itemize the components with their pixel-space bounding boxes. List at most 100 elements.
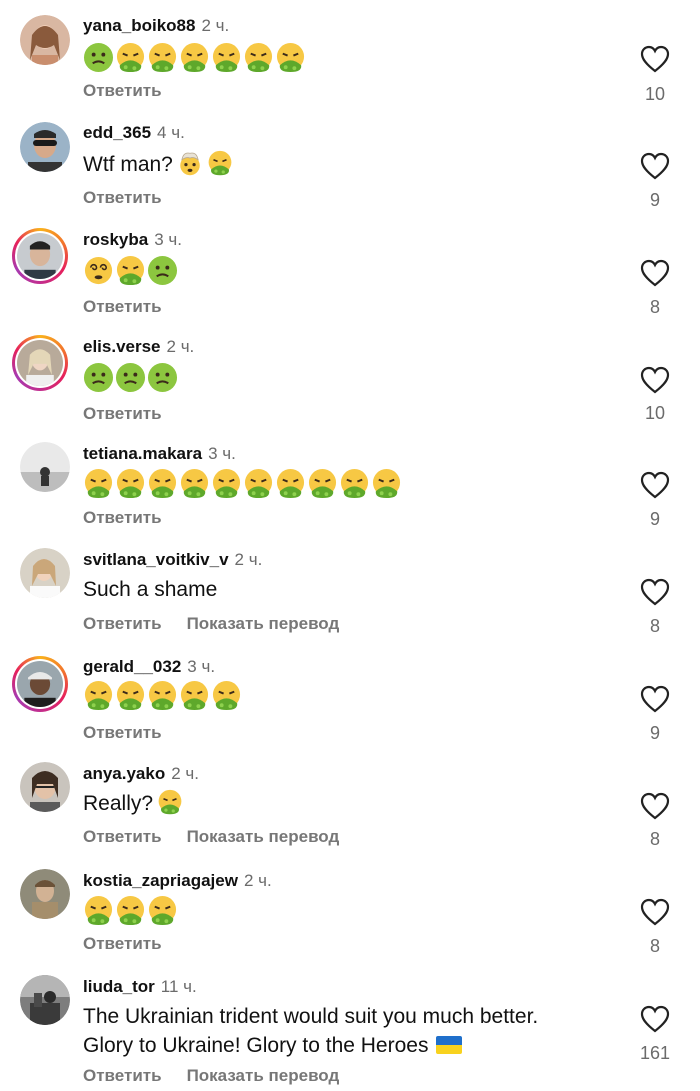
heart-icon[interactable] xyxy=(640,152,670,180)
comment-text-content: Really? xyxy=(83,792,154,815)
vomiting-face-icon xyxy=(148,468,177,499)
avatar[interactable] xyxy=(12,335,68,391)
vomiting-face-icon xyxy=(148,42,177,73)
vomiting-face-icon xyxy=(244,42,273,73)
vomiting-face-icon xyxy=(212,468,241,499)
reply-button[interactable]: Ответить xyxy=(83,403,162,425)
vomiting-face-icon xyxy=(180,42,209,73)
like-count: 8 xyxy=(649,829,660,849)
emoji-row xyxy=(83,42,306,74)
comment-text: Really? xyxy=(83,789,183,818)
emoji-row xyxy=(83,895,178,927)
reply-button[interactable]: Ответить xyxy=(83,933,162,955)
reply-button[interactable]: Ответить xyxy=(83,296,162,318)
exploding-head-icon xyxy=(180,152,200,176)
reply-button[interactable]: Ответить xyxy=(83,507,162,529)
avatar[interactable] xyxy=(12,228,68,284)
reply-button[interactable]: Ответить xyxy=(83,722,162,744)
comment-text: Wtf man? xyxy=(83,150,233,179)
vomiting-face-icon xyxy=(276,468,305,499)
vomiting-face-icon xyxy=(340,468,369,499)
comment-username[interactable]: tetiana.makara xyxy=(83,444,202,463)
vomiting-face-icon xyxy=(180,680,209,711)
comment-username[interactable]: liuda_tor xyxy=(83,977,155,996)
comment-username[interactable]: edd_365 xyxy=(83,123,151,142)
comment-time: 2 ч. xyxy=(234,550,263,569)
vomiting-face-icon xyxy=(212,42,241,73)
comment-time: 2 ч. xyxy=(166,337,195,356)
comment-time: 3 ч. xyxy=(154,230,182,249)
avatar[interactable] xyxy=(12,656,68,712)
heart-icon[interactable] xyxy=(640,366,670,394)
like-count: 8 xyxy=(649,616,660,636)
vomiting-face-icon xyxy=(180,468,209,499)
avatar[interactable] xyxy=(20,442,70,492)
like-count: 8 xyxy=(649,297,660,317)
vomiting-face-icon xyxy=(116,255,145,286)
avatar[interactable] xyxy=(20,975,70,1025)
comment-username[interactable]: kostia_zapriagajew xyxy=(83,871,238,890)
heart-icon[interactable] xyxy=(640,259,670,287)
comment-text-line: Glory to Ukraine! Glory to the Heroes xyxy=(83,1034,429,1057)
show-translation-button[interactable]: Показать перевод xyxy=(187,1065,340,1087)
vomiting-face-icon xyxy=(84,468,113,499)
comment-text-line: The Ukrainian trident would suit you muc… xyxy=(83,1005,539,1028)
emoji-row xyxy=(83,362,178,394)
comment-text: Such a shame xyxy=(83,578,218,601)
comment-time: 3 ч. xyxy=(187,657,216,676)
reply-button[interactable]: Ответить xyxy=(83,613,162,635)
comment-time: 2 ч. xyxy=(171,764,199,783)
vomiting-face-icon xyxy=(158,789,182,815)
avatar[interactable] xyxy=(20,762,70,812)
comment-time: 4 ч. xyxy=(157,123,185,142)
vomiting-face-icon xyxy=(208,150,232,176)
reply-button[interactable]: Ответить xyxy=(83,1065,162,1087)
vomiting-face-icon xyxy=(276,42,305,73)
comment-text: The Ukrainian trident would suit you muc… xyxy=(83,1002,538,1060)
reply-button[interactable]: Ответить xyxy=(83,187,162,209)
like-count: 9 xyxy=(649,723,660,743)
comment-username[interactable]: yana_boiko88 xyxy=(83,16,195,35)
avatar[interactable] xyxy=(20,15,70,65)
heart-icon[interactable] xyxy=(640,45,670,73)
vomiting-face-icon xyxy=(84,680,113,711)
avatar[interactable] xyxy=(20,122,70,172)
vomiting-face-icon xyxy=(148,680,177,711)
comment-username[interactable]: gerald__032 xyxy=(83,657,181,676)
show-translation-button[interactable]: Показать перевод xyxy=(187,826,340,848)
comment-username[interactable]: svitlana_voitkiv_v xyxy=(83,550,229,569)
vomiting-face-icon xyxy=(308,468,337,499)
heart-icon[interactable] xyxy=(640,792,670,820)
nauseated-face-icon xyxy=(147,255,178,286)
like-count: 10 xyxy=(644,84,666,104)
comment-time: 2 ч. xyxy=(201,16,230,35)
vomiting-face-icon xyxy=(372,468,401,499)
vomiting-face-icon xyxy=(116,468,145,499)
comment-time: 2 ч. xyxy=(243,871,272,890)
comment-time: 3 ч. xyxy=(208,444,236,463)
comment-username[interactable]: anya.yako xyxy=(83,764,165,783)
comment-username[interactable]: roskyba xyxy=(83,230,148,249)
emoji-row xyxy=(83,680,242,712)
avatar[interactable] xyxy=(20,869,70,919)
reply-button[interactable]: Ответить xyxy=(83,80,162,102)
show-translation-button[interactable]: Показать перевод xyxy=(187,613,340,635)
like-count: 10 xyxy=(644,403,666,423)
dizzy-face-icon xyxy=(84,256,113,285)
emoji-row xyxy=(83,468,402,500)
heart-icon[interactable] xyxy=(640,578,670,606)
nauseated-face-icon xyxy=(147,362,178,393)
heart-icon[interactable] xyxy=(640,898,670,926)
nauseated-face-icon xyxy=(83,362,114,393)
like-count: 161 xyxy=(639,1043,671,1063)
heart-icon[interactable] xyxy=(640,471,670,499)
like-count: 9 xyxy=(649,509,660,529)
vomiting-face-icon xyxy=(116,42,145,73)
vomiting-face-icon xyxy=(84,895,113,926)
heart-icon[interactable] xyxy=(640,1005,670,1033)
avatar[interactable] xyxy=(20,548,70,598)
heart-icon[interactable] xyxy=(640,685,670,713)
vomiting-face-icon xyxy=(244,468,273,499)
reply-button[interactable]: Ответить xyxy=(83,826,162,848)
comment-username[interactable]: elis.verse xyxy=(83,337,161,356)
